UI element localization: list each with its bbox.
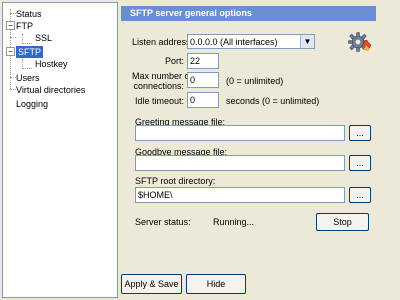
greeting-file-field[interactable]	[135, 125, 345, 141]
max-connections-hint: (0 = unlimited)	[226, 76, 284, 86]
tree-item-hostkey[interactable]: Hostkey	[35, 58, 68, 70]
greeting-browse-button[interactable]: ...	[349, 125, 371, 141]
root-directory-field[interactable]: $HOME\	[135, 187, 345, 203]
tree-item-virtual-directories[interactable]: Virtual directories	[16, 84, 85, 96]
server-status-label: Server status:	[135, 217, 191, 227]
tree-item-logging[interactable]: Logging	[16, 98, 48, 110]
stop-server-button[interactable]: Stop	[316, 213, 369, 231]
gear-icon	[348, 32, 372, 52]
collapse-sftp-icon[interactable]: −	[6, 47, 15, 56]
settings-tree: Status − FTP SSL − SFTP Hostkey Users Vi…	[2, 2, 118, 298]
collapse-ftp-icon[interactable]: −	[6, 21, 15, 30]
idle-timeout-field[interactable]: 0	[187, 92, 219, 108]
root-directory-browse-button[interactable]: ...	[349, 187, 371, 203]
port-field[interactable]: 22	[187, 53, 219, 69]
root-directory-label: SFTP root directory:	[135, 176, 216, 186]
goodbye-browse-button[interactable]: ...	[349, 155, 371, 171]
idle-timeout-hint: seconds (0 = unlimited)	[226, 96, 320, 106]
idle-timeout-label: Idle timeout:	[134, 96, 184, 106]
server-status-value: Running...	[213, 217, 255, 227]
goodbye-file-field[interactable]	[135, 155, 345, 171]
tree-item-ssl[interactable]: SSL	[35, 32, 52, 44]
hide-button[interactable]: Hide	[186, 274, 246, 294]
listen-address-label: Listen address:	[132, 37, 194, 47]
listen-address-value: 0.0.0.0 (All interfaces)	[190, 37, 278, 47]
tree-item-users[interactable]: Users	[16, 72, 40, 84]
tree-item-sftp[interactable]: SFTP	[16, 46, 44, 58]
tree-item-status[interactable]: Status	[16, 8, 42, 20]
tree-item-ftp[interactable]: FTP	[16, 20, 33, 32]
port-label: Port:	[164, 56, 184, 66]
apply-save-button[interactable]: Apply & Save	[121, 274, 182, 294]
listen-address-select[interactable]: 0.0.0.0 (All interfaces) ▼	[187, 34, 315, 49]
chevron-down-icon[interactable]: ▼	[300, 35, 314, 48]
max-connections-field[interactable]: 0	[187, 72, 219, 88]
max-connections-label-line2: connections:	[133, 81, 184, 91]
panel-title: SFTP server general options	[121, 6, 376, 21]
